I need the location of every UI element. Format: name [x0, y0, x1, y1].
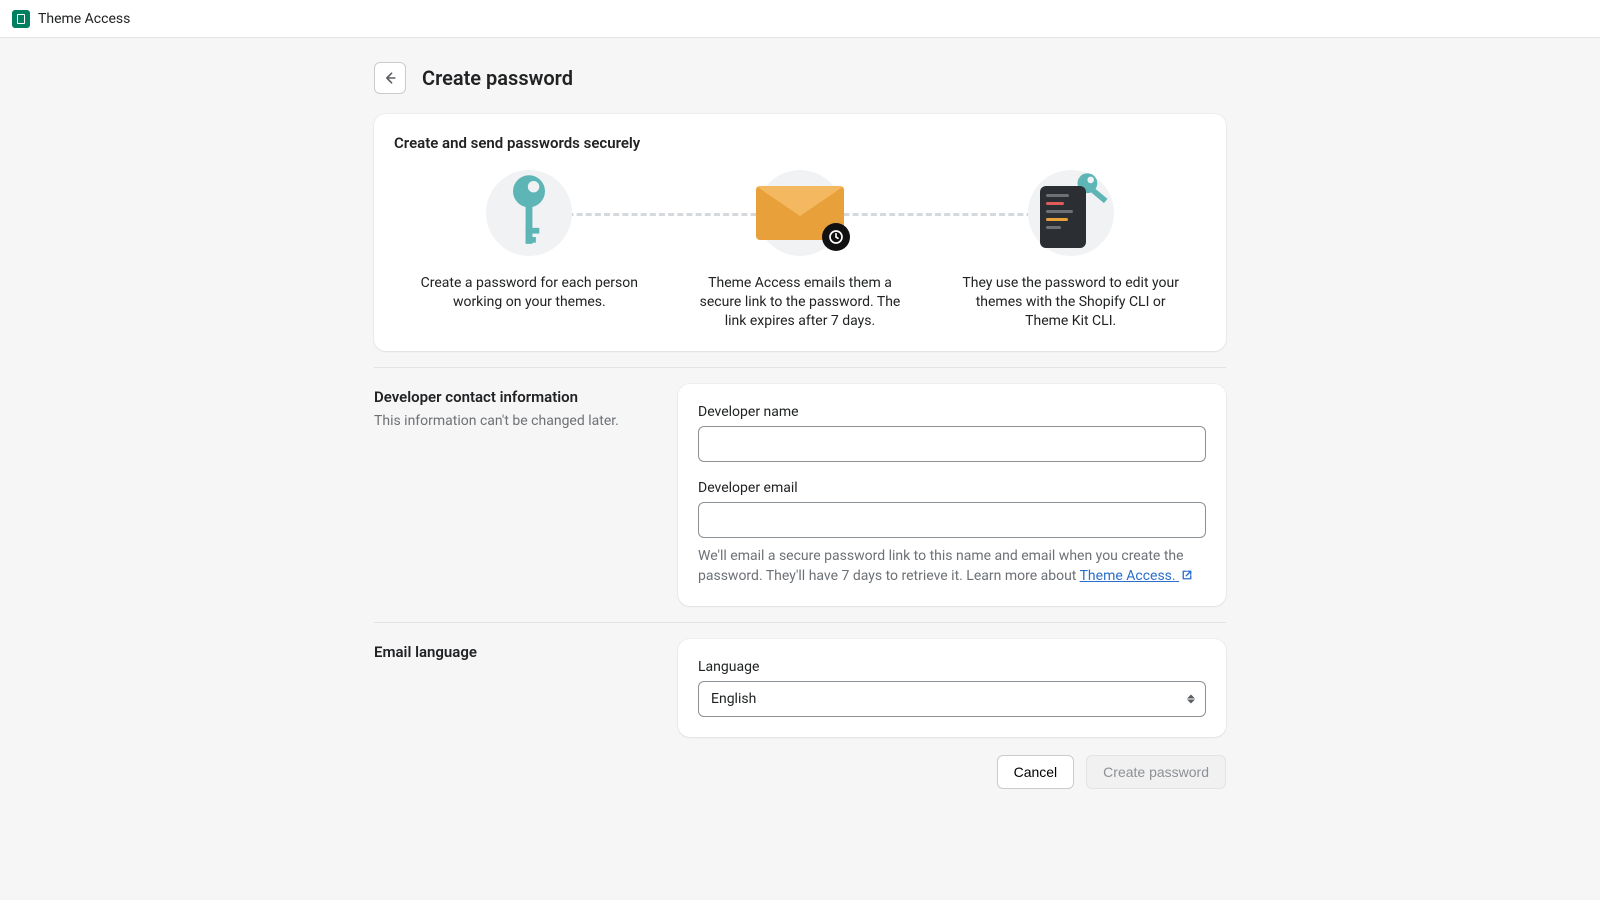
step-3: They use the password to edit your theme… [935, 170, 1206, 331]
section-title: Developer contact information [374, 388, 654, 406]
create-password-button[interactable]: Create password [1086, 755, 1226, 789]
divider [374, 622, 1226, 623]
arrow-left-icon [382, 70, 398, 86]
app-title: Theme Access [38, 11, 130, 27]
section-language: Email language Language English [374, 639, 1226, 737]
code-key-icon [1028, 170, 1114, 256]
page-header: Create password [374, 62, 1226, 94]
app-icon [12, 10, 30, 28]
clock-icon [822, 223, 850, 251]
chevron-updown-icon [1187, 695, 1195, 704]
external-link-icon [1181, 569, 1193, 581]
developer-email-label: Developer email [698, 480, 1206, 496]
cancel-button[interactable]: Cancel [997, 755, 1075, 789]
section-contact: Developer contact information This infor… [374, 384, 1226, 607]
language-selected: English [711, 691, 756, 707]
page: Create password Create and send password… [374, 38, 1226, 829]
info-card: Create and send passwords securely Creat… [374, 114, 1226, 351]
envelope-icon [757, 170, 843, 256]
steps-row: Create a password for each person workin… [394, 170, 1206, 331]
info-card-title: Create and send passwords securely [394, 134, 1206, 152]
language-select[interactable]: English [698, 681, 1206, 717]
language-form-card: Language English [678, 639, 1226, 737]
page-title: Create password [422, 66, 573, 90]
developer-name-input[interactable] [698, 426, 1206, 462]
key-icon [486, 170, 572, 256]
section-title: Email language [374, 643, 654, 661]
contact-form-card: Developer name Developer email We'll ema… [678, 384, 1226, 607]
back-button[interactable] [374, 62, 406, 94]
developer-name-label: Developer name [698, 404, 1206, 420]
step-text: Create a password for each person workin… [419, 274, 639, 312]
language-label: Language [698, 659, 1206, 675]
step-2: Theme Access emails them a secure link t… [665, 170, 936, 331]
step-text: Theme Access emails them a secure link t… [690, 274, 910, 331]
topbar: Theme Access [0, 0, 1600, 38]
step-1: Create a password for each person workin… [394, 170, 665, 331]
theme-access-link[interactable]: Theme Access. [1080, 568, 1194, 584]
actions-row: Cancel Create password [374, 755, 1226, 789]
developer-email-input[interactable] [698, 502, 1206, 538]
help-text: We'll email a secure password link to th… [698, 546, 1206, 587]
step-text: They use the password to edit your theme… [961, 274, 1181, 331]
section-subtitle: This information can't be changed later. [374, 412, 654, 432]
divider [374, 367, 1226, 368]
